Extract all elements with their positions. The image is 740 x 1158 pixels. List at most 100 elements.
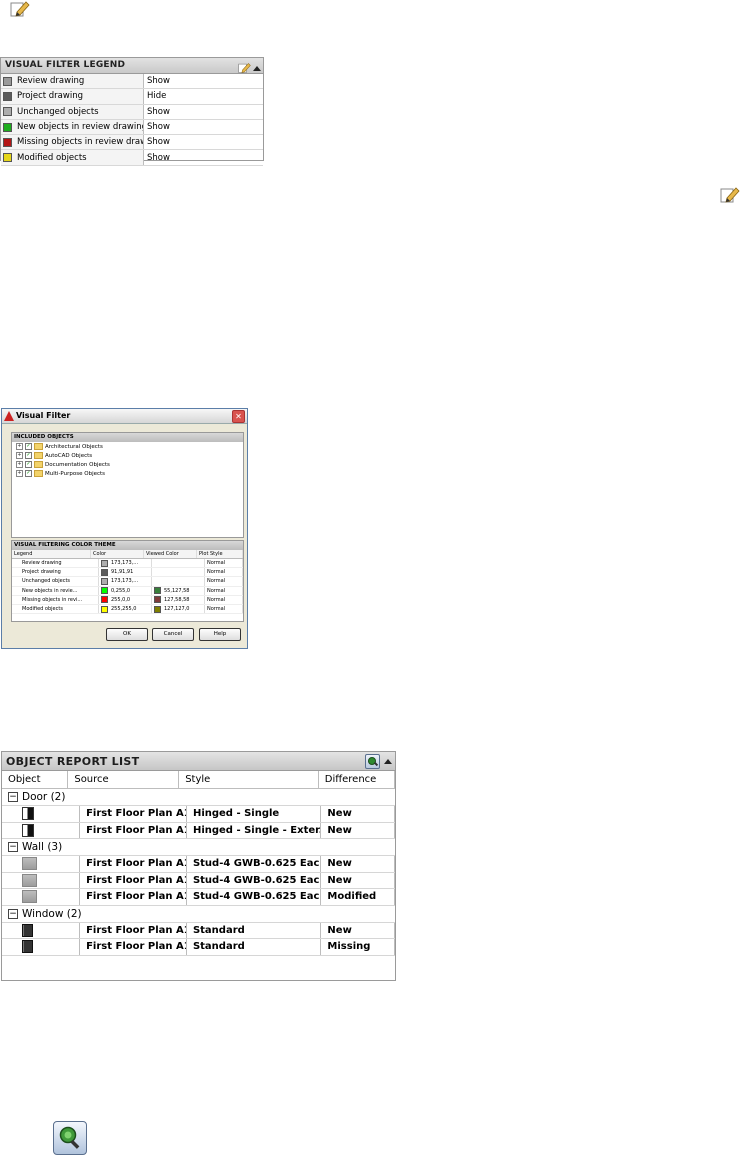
table-row[interactable]: First Floor Plan A1 Stud-4 GWB-0.625 Eac.… bbox=[2, 856, 395, 873]
col-source[interactable]: Source bbox=[68, 771, 180, 788]
legend-row[interactable]: Missing objects in review drawingShow bbox=[1, 135, 263, 151]
table-row[interactable]: First Floor Plan A1 Stud-4 GWB-0.625 Eac.… bbox=[2, 889, 395, 906]
tree-item[interactable]: + ✓ AutoCAD Objects bbox=[12, 451, 243, 460]
color-swatch bbox=[101, 559, 108, 567]
table-row[interactable]: First Floor Plan A1 Hinged - Single - Ext… bbox=[2, 822, 395, 839]
checkbox[interactable]: ✓ bbox=[25, 470, 32, 477]
color-value: 91,91,91 bbox=[111, 569, 134, 576]
wall-icon bbox=[22, 857, 37, 871]
legend-visibility-value[interactable]: Hide bbox=[144, 89, 263, 103]
legend-label-cell: Missing objects in review drawing bbox=[1, 135, 144, 150]
object-cell bbox=[2, 806, 81, 822]
table-row[interactable]: First Floor Plan A1 Hinged - Single New bbox=[2, 806, 395, 823]
expand-icon[interactable]: + bbox=[16, 461, 23, 468]
group-row[interactable]: − Window (2) bbox=[2, 906, 395, 923]
plot-style-cell[interactable]: Normal bbox=[205, 595, 243, 604]
viewed-color-cell[interactable] bbox=[152, 577, 205, 586]
report-column-header: Object Source Style Difference bbox=[2, 771, 395, 789]
plot-style-cell[interactable]: Normal bbox=[205, 577, 243, 586]
col-difference[interactable]: Difference bbox=[319, 771, 395, 788]
group-row[interactable]: − Wall (3) bbox=[2, 839, 395, 856]
legend-label: Project drawing bbox=[17, 91, 83, 102]
color-cell[interactable]: 173,173,... bbox=[99, 577, 152, 586]
color-cell[interactable]: 255,255,0 bbox=[99, 604, 152, 614]
checkbox[interactable]: ✓ bbox=[25, 443, 32, 450]
ok-button[interactable]: OK bbox=[106, 628, 148, 641]
plot-style-cell[interactable]: Normal bbox=[205, 559, 243, 568]
plot-style-cell[interactable]: Normal bbox=[205, 604, 243, 614]
legend-label: Unchanged objects bbox=[17, 106, 99, 117]
edit-pencil-icon[interactable] bbox=[238, 59, 251, 78]
legend-row[interactable]: Modified objects Show bbox=[1, 150, 263, 166]
col-style[interactable]: Style bbox=[179, 771, 319, 788]
color-cell[interactable]: 255,0,0 bbox=[99, 595, 152, 604]
viewed-color-cell[interactable] bbox=[152, 559, 205, 568]
tree-item[interactable]: + ✓ Multi-Purpose Objects bbox=[12, 469, 243, 478]
tree-item[interactable]: + ✓ Documentation Objects bbox=[12, 460, 243, 469]
viewed-color-cell[interactable]: 55,127,58 bbox=[152, 586, 205, 595]
collapse-icon[interactable]: − bbox=[8, 842, 18, 852]
col-color[interactable]: Color bbox=[91, 550, 144, 558]
zoom-to-object-icon[interactable] bbox=[53, 1121, 87, 1155]
legend-visibility-value[interactable]: Show bbox=[144, 105, 263, 119]
edit-pencil-icon[interactable] bbox=[10, 0, 30, 22]
legend-visibility-value[interactable]: Show bbox=[144, 120, 263, 134]
color-theme-row[interactable]: New objects in revie... 0,255,0 55,127,58 N… bbox=[12, 586, 243, 596]
app-logo-icon bbox=[4, 411, 14, 421]
color-cell[interactable]: 173,173,... bbox=[99, 559, 152, 568]
tree-item[interactable]: + ✓ Architectural Objects bbox=[12, 442, 243, 451]
checkbox[interactable]: ✓ bbox=[25, 452, 32, 459]
col-plot-style[interactable]: Plot Style bbox=[197, 550, 243, 558]
dialog-titlebar: Visual Filter ✕ bbox=[2, 409, 247, 424]
color-swatch bbox=[101, 568, 108, 576]
color-theme-row[interactable]: Modified objects 255,255,0 127,127,0 Normal bbox=[12, 604, 243, 615]
color-cell[interactable]: 91,91,91 bbox=[99, 568, 152, 577]
source-cell: First Floor Plan A1 bbox=[80, 922, 187, 938]
visual-filter-dialog: Visual Filter ✕ INCLUDED OBJECTS + ✓ Archi… bbox=[1, 408, 248, 649]
expand-icon[interactable]: + bbox=[16, 470, 23, 477]
close-icon[interactable]: ✕ bbox=[232, 410, 245, 423]
difference-cell: Missing bbox=[321, 939, 395, 955]
cancel-button[interactable]: Cancel bbox=[152, 628, 194, 641]
collapse-icon[interactable]: − bbox=[8, 908, 18, 919]
report-panel-header: OBJECT REPORT LIST bbox=[2, 752, 395, 771]
legend-row[interactable]: Review drawing Show bbox=[1, 74, 263, 90]
collapse-arrow-icon[interactable] bbox=[384, 759, 392, 764]
color-value: 173,173,... bbox=[111, 578, 139, 585]
legend-cell: Review drawing bbox=[12, 559, 99, 568]
plot-style-cell[interactable]: Normal bbox=[205, 586, 243, 595]
legend-row[interactable]: Unchanged objects Show bbox=[1, 104, 263, 120]
color-theme-row[interactable]: Project drawing 91,91,91 Normal bbox=[12, 568, 243, 578]
viewed-color-swatch bbox=[154, 587, 161, 595]
legend-visibility-value[interactable]: Show bbox=[144, 135, 263, 149]
legend-row[interactable]: New objects in review drawing Show bbox=[1, 119, 263, 136]
col-legend[interactable]: Legend bbox=[12, 550, 91, 558]
color-theme-row[interactable]: Unchanged objects 173,173,... Normal bbox=[12, 577, 243, 587]
style-cell: Hinged - Single bbox=[187, 806, 322, 822]
collapse-arrow-icon[interactable] bbox=[253, 66, 261, 71]
expand-icon[interactable]: + bbox=[16, 443, 23, 450]
color-theme-row[interactable]: Review drawing 173,173,... Normal bbox=[12, 559, 243, 569]
color-cell[interactable]: 0,255,0 bbox=[99, 586, 152, 595]
legend-visibility-value[interactable]: Show bbox=[144, 150, 263, 164]
help-button[interactable]: Help bbox=[199, 628, 241, 641]
color-theme-row[interactable]: Missing objects in revi... 255,0,0 127,58,… bbox=[12, 595, 243, 605]
col-object[interactable]: Object bbox=[2, 771, 69, 788]
expand-icon[interactable]: + bbox=[16, 452, 23, 459]
viewed-color-cell[interactable] bbox=[152, 568, 205, 577]
color-swatch bbox=[101, 587, 108, 595]
legend-color-swatch bbox=[3, 107, 12, 117]
viewed-color-cell[interactable]: 127,127,0 bbox=[152, 604, 205, 614]
legend-row[interactable]: Project drawing Hide bbox=[1, 89, 263, 105]
zoom-to-object-icon[interactable] bbox=[365, 754, 380, 769]
col-viewed-color[interactable]: Viewed Color bbox=[144, 550, 197, 558]
viewed-color-cell[interactable]: 127,58,58 bbox=[152, 595, 205, 604]
collapse-icon[interactable]: − bbox=[8, 792, 18, 802]
table-row[interactable]: First Floor Plan A1 Standard Missing bbox=[2, 939, 395, 956]
table-row[interactable]: First Floor Plan A1 Stud-4 GWB-0.625 Eac.… bbox=[2, 872, 395, 889]
checkbox[interactable]: ✓ bbox=[25, 461, 32, 468]
edit-pencil-icon[interactable] bbox=[720, 186, 740, 208]
table-row[interactable]: First Floor Plan A1 Standard New bbox=[2, 922, 395, 939]
plot-style-cell[interactable]: Normal bbox=[205, 568, 243, 577]
group-row[interactable]: − Door (2) bbox=[2, 789, 395, 806]
